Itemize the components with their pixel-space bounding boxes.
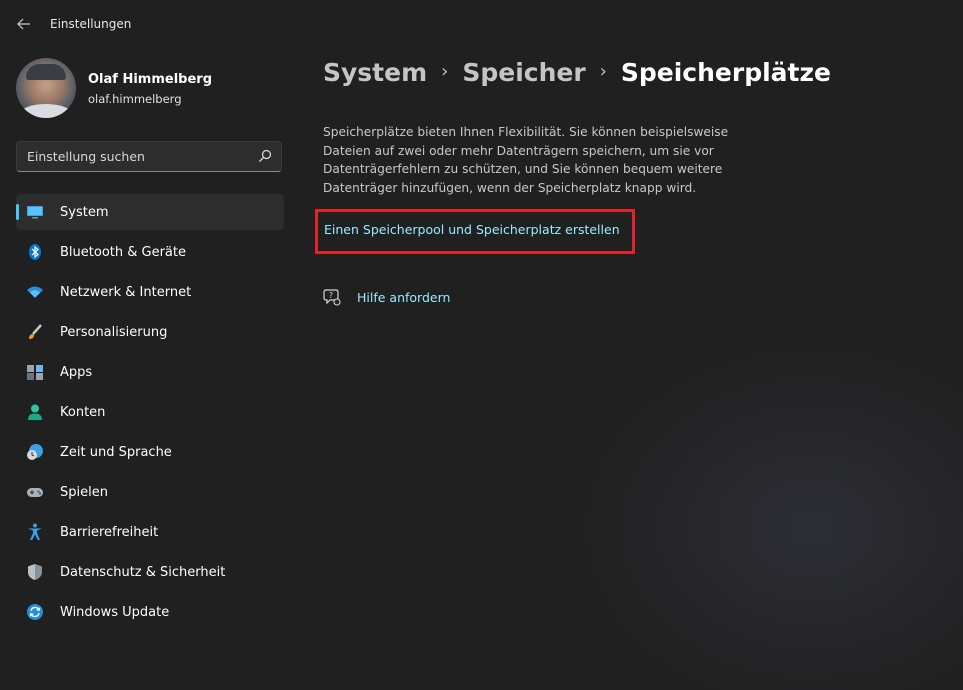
shield-icon (28, 564, 42, 580)
breadcrumb-system[interactable]: System (323, 58, 427, 87)
sidebar-item-system[interactable]: System (16, 194, 284, 230)
background-glow (560, 330, 963, 690)
sidebar-item-label: Barrierefreiheit (60, 525, 159, 540)
search-icon[interactable] (258, 149, 272, 163)
search-box[interactable] (16, 141, 282, 172)
page-title: Speicherplätze (620, 58, 831, 87)
svg-text:?: ? (329, 291, 333, 300)
sidebar-item-privacy[interactable]: Datenschutz & Sicherheit (16, 554, 284, 590)
arrow-left-icon (17, 18, 30, 30)
help-chat-icon: ? (323, 289, 341, 306)
monitor-icon (27, 206, 43, 219)
sidebar-item-gaming[interactable]: Spielen (16, 474, 284, 510)
sidebar-item-accessibility[interactable]: Barrierefreiheit (16, 514, 284, 550)
app-title: Einstellungen (50, 17, 132, 31)
accessibility-icon (28, 523, 42, 540)
sidebar-item-label: Datenschutz & Sicherheit (60, 565, 226, 580)
sidebar-item-label: Netzwerk & Internet (60, 285, 192, 300)
avatar (16, 58, 76, 118)
breadcrumb-storage[interactable]: Speicher (462, 58, 585, 87)
chevron-right-icon: › (441, 61, 449, 82)
apps-icon (27, 365, 43, 380)
update-icon (27, 604, 43, 620)
bluetooth-icon (29, 244, 41, 260)
user-name: Olaf Himmelberg (88, 72, 213, 87)
sidebar-item-bluetooth[interactable]: Bluetooth & Geräte (16, 234, 284, 270)
sidebar-item-label: Windows Update (60, 605, 170, 620)
sidebar-item-label: Apps (60, 365, 93, 380)
search-input[interactable] (17, 142, 247, 171)
get-help-link[interactable]: Hilfe anfordern (357, 290, 450, 305)
active-indicator (16, 204, 19, 220)
paintbrush-icon (29, 324, 42, 339)
sidebar-item-label: Spielen (60, 485, 108, 500)
sidebar-item-apps[interactable]: Apps (16, 354, 284, 390)
storage-spaces-description: Speicherplätze bieten Ihnen Flexibilität… (323, 125, 729, 195)
user-email: olaf.himmelberg (88, 92, 182, 106)
person-icon (28, 404, 42, 420)
sidebar-item-accounts[interactable]: Konten (16, 394, 284, 430)
chevron-right-icon: › (599, 61, 607, 82)
create-pool-link[interactable]: Einen Speicherpool und Speicherplatz ers… (324, 222, 620, 237)
sidebar-item-time-language[interactable]: Zeit und Sprache (16, 434, 284, 470)
sidebar-item-label: Personalisierung (60, 325, 168, 340)
sidebar-item-label: Konten (60, 405, 106, 420)
breadcrumb: System › Speicher › Speicherplätze (323, 58, 831, 87)
clock-globe-icon (27, 444, 43, 460)
sidebar-item-label: Bluetooth & Geräte (60, 245, 186, 260)
wifi-icon (27, 286, 43, 298)
title-bar: Einstellungen (0, 0, 963, 48)
sidebar-item-label: System (60, 205, 109, 220)
gamepad-icon (27, 488, 43, 497)
sidebar-item-windows-update[interactable]: Windows Update (16, 594, 284, 630)
sidebar-item-network[interactable]: Netzwerk & Internet (16, 274, 284, 310)
sidebar-item-label: Zeit und Sprache (60, 445, 172, 460)
sidebar-item-personalization[interactable]: Personalisierung (16, 314, 284, 350)
sidebar-nav: System Bluetooth & Geräte Netzwerk & Int… (16, 194, 284, 634)
back-button[interactable] (10, 12, 38, 36)
